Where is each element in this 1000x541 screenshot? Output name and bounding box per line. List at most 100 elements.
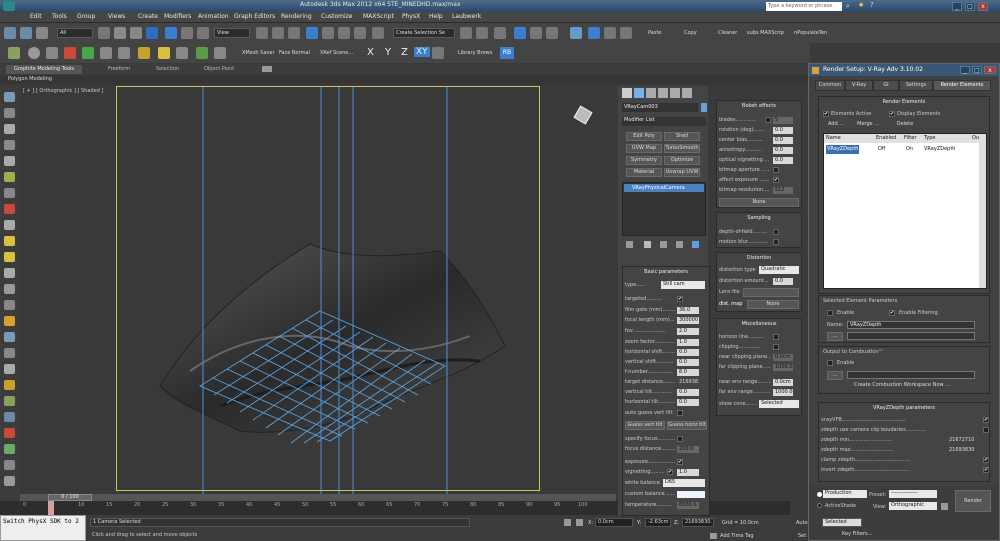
hierarchy-tab-icon[interactable] bbox=[646, 88, 656, 98]
layer-manager-icon[interactable] bbox=[494, 27, 506, 39]
production-dropdown[interactable]: Production bbox=[823, 490, 867, 498]
activeshade-radio[interactable] bbox=[817, 503, 822, 508]
distortion-amount-field[interactable]: 0.0 bbox=[773, 278, 793, 285]
guess-vert-tilt-button[interactable]: Guess vert tilt bbox=[625, 421, 665, 430]
browse-output-button[interactable]: ... bbox=[827, 332, 843, 341]
rs-close-button[interactable]: x bbox=[984, 66, 996, 74]
optical-vignetting-field[interactable]: 0.0 bbox=[773, 157, 793, 164]
menu-customize[interactable]: Customize bbox=[321, 13, 353, 20]
configure-sets-icon[interactable] bbox=[692, 241, 699, 248]
time-slider[interactable]: 0 / 100 bbox=[20, 494, 616, 501]
display-elements-checkbox[interactable]: ✔ bbox=[889, 111, 895, 117]
rendered-frame-icon[interactable] bbox=[604, 27, 616, 39]
clamp-zdepth-checkbox[interactable]: ✔ bbox=[983, 457, 989, 463]
zdepth-clip-checkbox[interactable] bbox=[983, 427, 989, 433]
remove-modifier-icon[interactable] bbox=[676, 241, 683, 248]
y-coordinate[interactable]: -2.63cm bbox=[645, 518, 671, 527]
left-tool-6-icon[interactable] bbox=[4, 172, 15, 182]
arrow-icon[interactable] bbox=[138, 47, 150, 59]
render-production-icon[interactable] bbox=[620, 27, 632, 39]
distortion-map-button[interactable]: None bbox=[747, 300, 799, 309]
gear-icon[interactable] bbox=[46, 47, 58, 59]
left-tool-22-icon[interactable] bbox=[4, 428, 15, 438]
anisotropy-field[interactable]: 0.0 bbox=[773, 147, 793, 154]
specify-focus-checkbox[interactable] bbox=[677, 436, 683, 442]
list-scrollbar[interactable] bbox=[979, 143, 986, 288]
vignetting-field[interactable]: 1.0 bbox=[677, 469, 699, 476]
tab-gi[interactable]: GI bbox=[873, 80, 899, 91]
tree-icon[interactable] bbox=[196, 47, 208, 59]
left-tool-14-icon[interactable] bbox=[4, 300, 15, 310]
auto-guess-checkbox[interactable] bbox=[677, 410, 683, 416]
rect-selection-icon[interactable] bbox=[130, 27, 142, 39]
object-name-field[interactable]: VRayCam003 bbox=[622, 103, 698, 112]
fov-field[interactable]: 2.0 bbox=[677, 328, 699, 335]
element-name-field[interactable]: VRayZDepth bbox=[847, 321, 975, 329]
miscellaneous-title[interactable]: Miscellaneous bbox=[717, 321, 801, 327]
menu-modifiers[interactable]: Modifiers bbox=[164, 13, 191, 20]
left-tool-7-icon[interactable] bbox=[4, 188, 15, 198]
elements-list[interactable]: Name Enabled Filter Type Ou VRayZDepth O… bbox=[823, 133, 987, 289]
modifier-symmetry[interactable]: Symmetry bbox=[626, 156, 662, 165]
tab-selection[interactable]: Selection bbox=[156, 66, 179, 72]
combustion-browse-button[interactable]: ... bbox=[827, 371, 843, 380]
display-tab-icon[interactable] bbox=[670, 88, 680, 98]
app-logo-icon[interactable] bbox=[3, 1, 15, 11]
pin-stack-icon[interactable] bbox=[626, 241, 633, 248]
help-icon[interactable]: ? bbox=[870, 1, 874, 9]
modifier-stack[interactable]: VRayPhysicalCamera bbox=[622, 182, 706, 236]
element-row[interactable]: VRayZDepth Off On VRayZDepth bbox=[824, 145, 986, 154]
link-icon[interactable] bbox=[36, 27, 48, 39]
create-workspace-button[interactable]: Create Combustion Workspace Now ... bbox=[827, 382, 977, 391]
left-tool-18-icon[interactable] bbox=[4, 364, 15, 374]
x-coordinate[interactable]: 0.0cm bbox=[595, 518, 633, 527]
left-tool-4-icon[interactable] bbox=[4, 140, 15, 150]
production-radio[interactable] bbox=[817, 492, 822, 497]
bitmap-resolution-field[interactable]: 512 bbox=[773, 187, 793, 194]
reference-coordinate-dropdown[interactable]: View bbox=[214, 28, 250, 38]
modifier-shell[interactable]: Shell bbox=[664, 132, 700, 141]
paste-button[interactable]: Paste bbox=[648, 30, 662, 36]
key-mode-dropdown[interactable]: Selected bbox=[822, 518, 862, 527]
axis-xy-button[interactable]: XY bbox=[414, 47, 430, 57]
show-end-result-icon[interactable] bbox=[644, 241, 651, 248]
horizon-line-checkbox[interactable] bbox=[773, 334, 779, 340]
clipping-checkbox[interactable] bbox=[773, 344, 779, 350]
bokeh-effects-title[interactable]: Bokeh effects bbox=[717, 103, 801, 109]
delete-element-button[interactable]: Delete bbox=[891, 121, 919, 130]
horizontal-tilt-field[interactable]: 0.0 bbox=[677, 399, 699, 406]
star-icon[interactable]: ★ bbox=[858, 1, 864, 9]
script-icon[interactable] bbox=[8, 47, 20, 59]
render-button[interactable]: Render bbox=[955, 490, 991, 512]
time-tag-icon[interactable] bbox=[710, 533, 717, 539]
select-object-icon[interactable] bbox=[98, 27, 110, 39]
modifier-material[interactable]: Material bbox=[626, 168, 662, 177]
select-manipulate-icon[interactable] bbox=[272, 27, 284, 39]
z-coordinate[interactable]: 21693830. bbox=[682, 518, 714, 527]
preset-dropdown[interactable]: --------------- bbox=[889, 490, 937, 498]
f-number-field[interactable]: 8.0 bbox=[677, 369, 699, 376]
targeted-checkbox[interactable]: ✔ bbox=[677, 296, 683, 302]
redo-icon[interactable] bbox=[20, 27, 32, 39]
graphite-toggle-icon[interactable] bbox=[514, 27, 526, 39]
modifier-edit-poly[interactable]: Edit Poly bbox=[626, 132, 662, 141]
rs-maximize-button[interactable]: □ bbox=[972, 66, 982, 74]
invert-zdepth-checkbox[interactable]: ✔ bbox=[983, 467, 989, 473]
scale-icon[interactable] bbox=[197, 27, 209, 39]
search-icon[interactable]: ⌕ bbox=[846, 2, 850, 11]
make-unique-icon[interactable] bbox=[660, 241, 667, 248]
tool-icon[interactable] bbox=[118, 47, 130, 59]
view-dropdown[interactable]: Orthographic bbox=[889, 502, 937, 510]
axis-yz-icon[interactable] bbox=[432, 47, 444, 59]
lock-icon[interactable] bbox=[564, 519, 571, 526]
distortion-title[interactable]: Distortion bbox=[717, 255, 801, 261]
render-elements-title[interactable]: Render Elements bbox=[819, 99, 989, 105]
add-time-tag[interactable]: Add Time Tag bbox=[720, 533, 754, 539]
left-tool-16-icon[interactable] bbox=[4, 332, 15, 342]
flask-icon[interactable] bbox=[82, 47, 94, 59]
blades-checkbox[interactable] bbox=[765, 117, 771, 123]
sampling-title[interactable]: Sampling bbox=[717, 215, 801, 221]
modify-tab-icon[interactable] bbox=[634, 88, 644, 98]
create-tab-icon[interactable] bbox=[622, 88, 632, 98]
rotate-icon[interactable] bbox=[181, 27, 193, 39]
